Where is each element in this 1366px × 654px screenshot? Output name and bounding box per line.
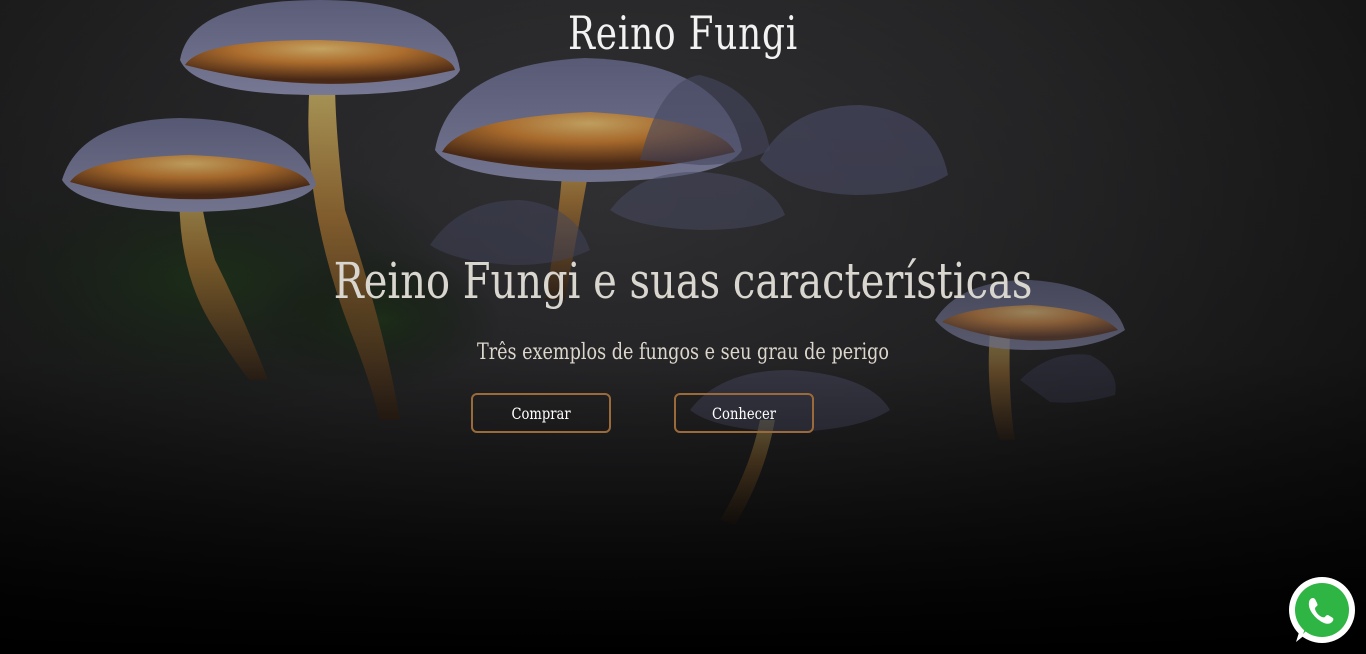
- hero-headline: Reino Fungi e suas características: [333, 252, 1033, 310]
- buy-button[interactable]: Comprar: [471, 393, 611, 433]
- hero-subtitle: Três exemplos de fungos e seu grau de pe…: [476, 340, 890, 365]
- buy-button-label: Comprar: [511, 403, 571, 423]
- whatsapp-button[interactable]: [1286, 576, 1358, 648]
- hero-section: Reino Fungi Reino Fungi e suas caracterí…: [0, 0, 1366, 654]
- site-title: Reino Fungi: [568, 6, 798, 60]
- whatsapp-icon: [1289, 577, 1355, 643]
- dark-overlay: [0, 0, 1366, 654]
- learn-more-button-label: Conhecer: [712, 403, 776, 423]
- learn-more-button[interactable]: Conhecer: [674, 393, 814, 433]
